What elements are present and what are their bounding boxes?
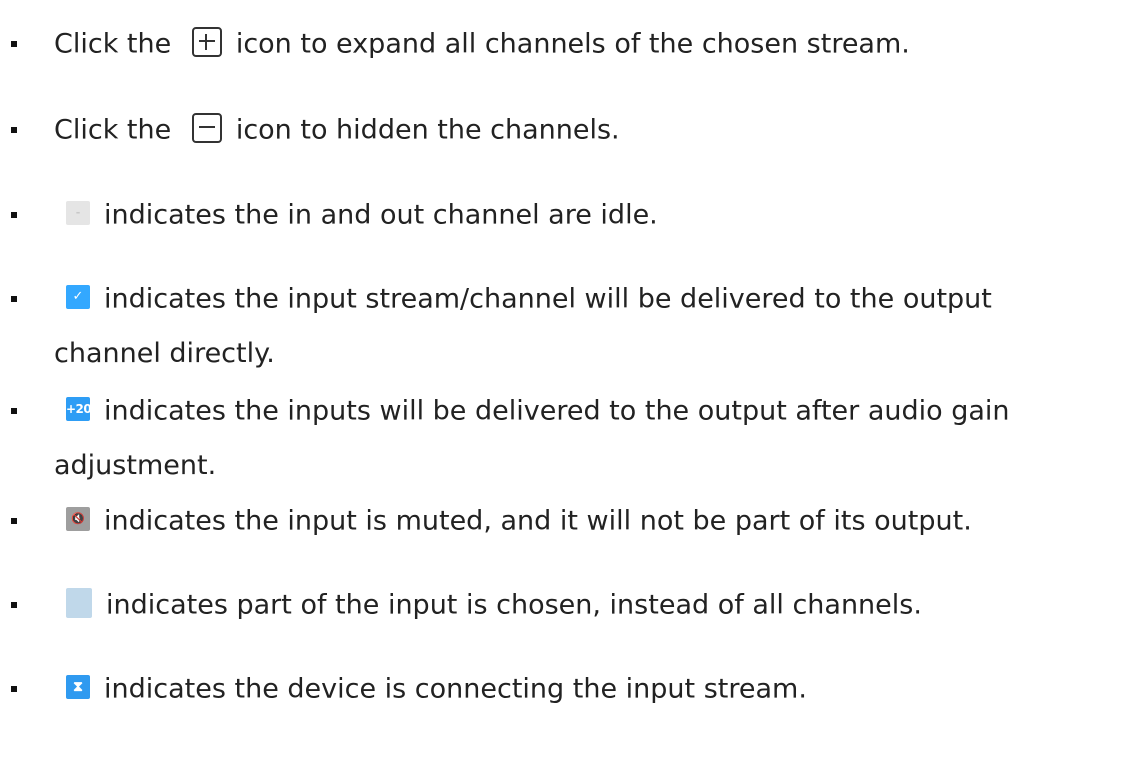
list-item-continuation: channel directly.: [54, 338, 275, 369]
list-item-line: Click the icon to expand all channels of…: [54, 20, 1114, 69]
check-status-icon: ✓: [66, 284, 90, 309]
list-item-text: icon to expand all channels of the chose…: [235, 28, 910, 60]
list-item-text: icon to hidden the channels.: [235, 114, 620, 146]
list-item-line: ✓ indicates the input stream/channel will…: [66, 275, 1114, 324]
minus-square-icon: [191, 112, 222, 143]
list-item-prefix: Click the: [54, 114, 180, 146]
bullet: [11, 296, 17, 302]
list-item-line: 🔇 indicates the input is muted, and it wi…: [66, 497, 1114, 546]
hourglass-status-icon: ⧗: [66, 674, 90, 699]
bullet: [11, 127, 17, 133]
list-item-prefix: Click the: [54, 28, 180, 60]
list-item-text: indicates part of the input is chosen, i…: [106, 589, 922, 621]
list-item-line: - indicates the in and out channel are id…: [66, 191, 1114, 240]
list-item-text: indicates the device is connecting the i…: [104, 673, 807, 705]
bullet: [11, 602, 17, 608]
bullet: [11, 686, 17, 692]
list-item-continuation: adjustment.: [54, 450, 217, 481]
idle-status-icon: -: [66, 200, 90, 225]
bullet: [11, 212, 17, 218]
list-item-line: +20 indicates the inputs will be delivere…: [66, 387, 1114, 436]
list-item-text: indicates the in and out channel are idl…: [104, 199, 658, 231]
list-item-text: indicates the input is muted, and it wil…: [104, 505, 972, 537]
list-item-line: indicates part of the input is chosen, i…: [66, 581, 1114, 630]
partial-status-icon: [66, 587, 92, 618]
bullet: [11, 518, 17, 524]
mute-status-icon: 🔇: [66, 506, 90, 531]
bullet: [11, 408, 17, 414]
document: Click the icon to expand all channels of…: [0, 0, 1122, 761]
list-item-line: ⧗ indicates the device is connecting the …: [66, 665, 1114, 714]
plus-square-icon: [191, 26, 222, 57]
bullet: [11, 41, 17, 47]
list-item-text: indicates the input stream/channel will …: [104, 283, 992, 315]
gain-status-icon: +20: [66, 396, 92, 421]
list-item-line: Click the icon to hidden the channels.: [54, 106, 1114, 155]
list-item-text: indicates the inputs will be delivered t…: [104, 395, 1010, 427]
